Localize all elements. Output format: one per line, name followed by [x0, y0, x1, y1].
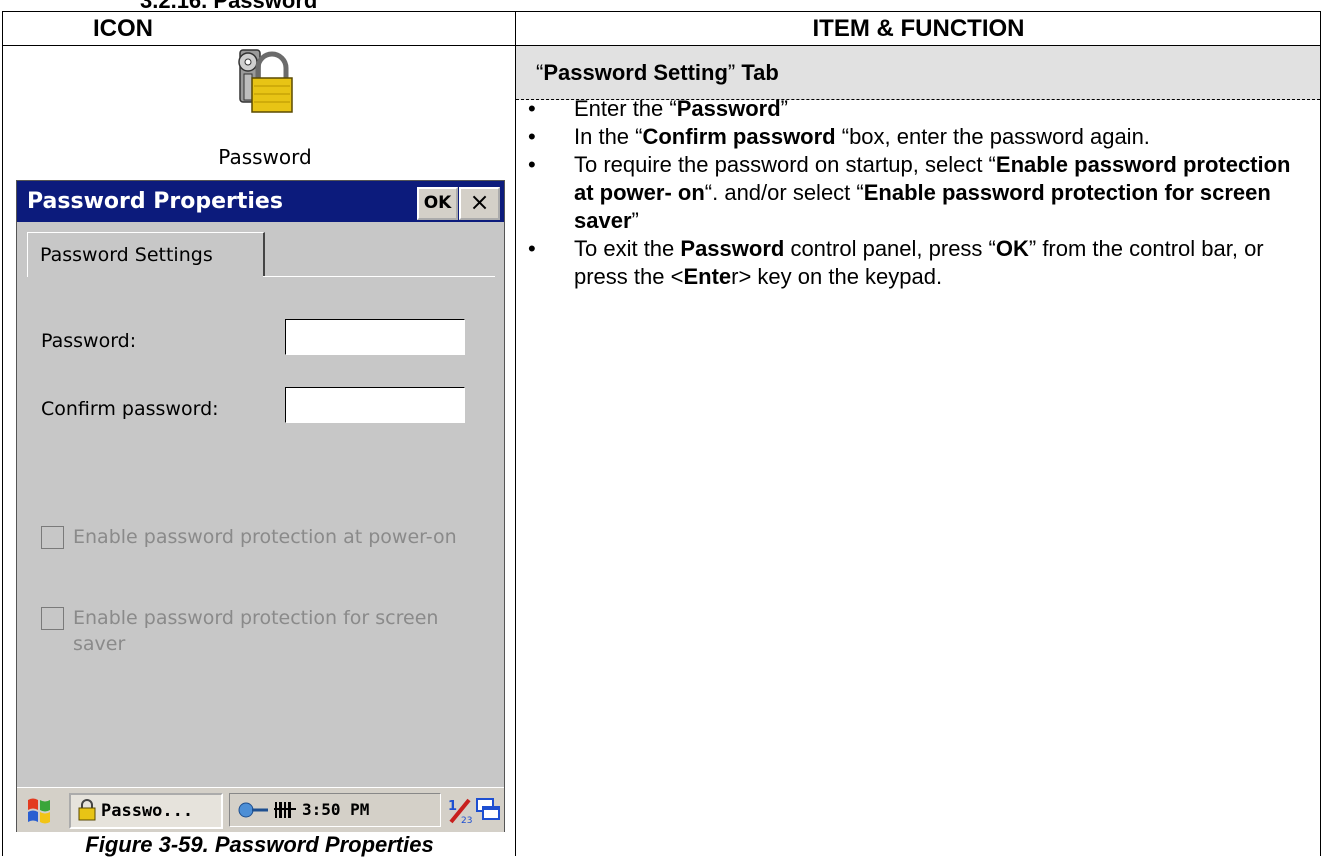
svg-text:23: 23 — [461, 816, 472, 824]
tab-label: Password Settings — [40, 244, 213, 266]
bullet-dot: • — [528, 124, 536, 149]
svg-text:1: 1 — [448, 799, 457, 814]
barcode-icon[interactable] — [274, 800, 296, 820]
system-tray: 3:50 PM — [229, 793, 441, 827]
header-icon-column: ICON — [93, 15, 153, 42]
function-bullet-list: • Enter the “Password” • In the “Confirm… — [528, 95, 1313, 291]
column-separator — [515, 12, 516, 856]
bullet-dot: • — [528, 152, 536, 177]
taskbar-password-button[interactable]: Passwo... — [69, 793, 223, 829]
input-panel-icon[interactable]: 1 23 — [447, 796, 473, 824]
confirm-password-field[interactable] — [285, 387, 465, 423]
show-desktop-icon[interactable] — [475, 796, 501, 824]
bullet-dot: • — [528, 96, 536, 121]
bullet-dot: • — [528, 236, 536, 261]
poweron-checkbox-label: Enable password protection at power-on — [73, 526, 457, 548]
bullet-item: • To require the password on startup, se… — [528, 152, 1291, 233]
tab-heading-text: “Password Setting” Tab — [536, 60, 779, 85]
table-right-border — [1320, 12, 1321, 856]
bullet-item: • Enter the “Password” — [528, 96, 788, 121]
screensaver-checkbox[interactable] — [41, 607, 64, 630]
padlock-icon — [78, 799, 96, 821]
window-title: Password Properties — [27, 189, 283, 214]
password-field[interactable] — [285, 319, 465, 355]
header-item-function-column: ITEM & FUNCTION — [812, 15, 1025, 42]
bullet-item: • To exit the Password control panel, pr… — [528, 236, 1264, 289]
keys-padlock-icon[interactable] — [232, 48, 294, 140]
tab-password-settings[interactable]: Password Settings — [27, 232, 265, 277]
confirm-password-label: Confirm password: — [41, 398, 219, 420]
tab-heading-row: “Password Setting” Tab — [516, 46, 1320, 100]
tab-baseline — [263, 276, 495, 277]
clock[interactable]: 3:50 PM — [302, 794, 369, 826]
desktop-icon-label: Password — [218, 145, 312, 169]
poweron-checkbox[interactable] — [41, 526, 64, 549]
window-titlebar: Password Properties OK × — [17, 181, 504, 222]
close-button[interactable]: × — [459, 187, 500, 220]
password-properties-window: Password Properties OK × Password Settin… — [16, 180, 505, 832]
taskbar-password-label: Passwo... — [101, 801, 194, 821]
start-flag-icon[interactable] — [25, 796, 55, 824]
bullet-item: • In the “Confirm password “box, enter t… — [528, 124, 1150, 149]
ok-button[interactable]: OK — [417, 187, 458, 220]
figure-caption: Figure 3-59. Password Properties — [85, 832, 434, 857]
password-label: Password: — [41, 330, 137, 352]
screensaver-checkbox-label: Enable password protection for screen sa… — [73, 607, 439, 655]
taskbar: Passwo... 3:50 PM 1 23 — [17, 787, 504, 832]
network-icon[interactable] — [236, 800, 270, 820]
